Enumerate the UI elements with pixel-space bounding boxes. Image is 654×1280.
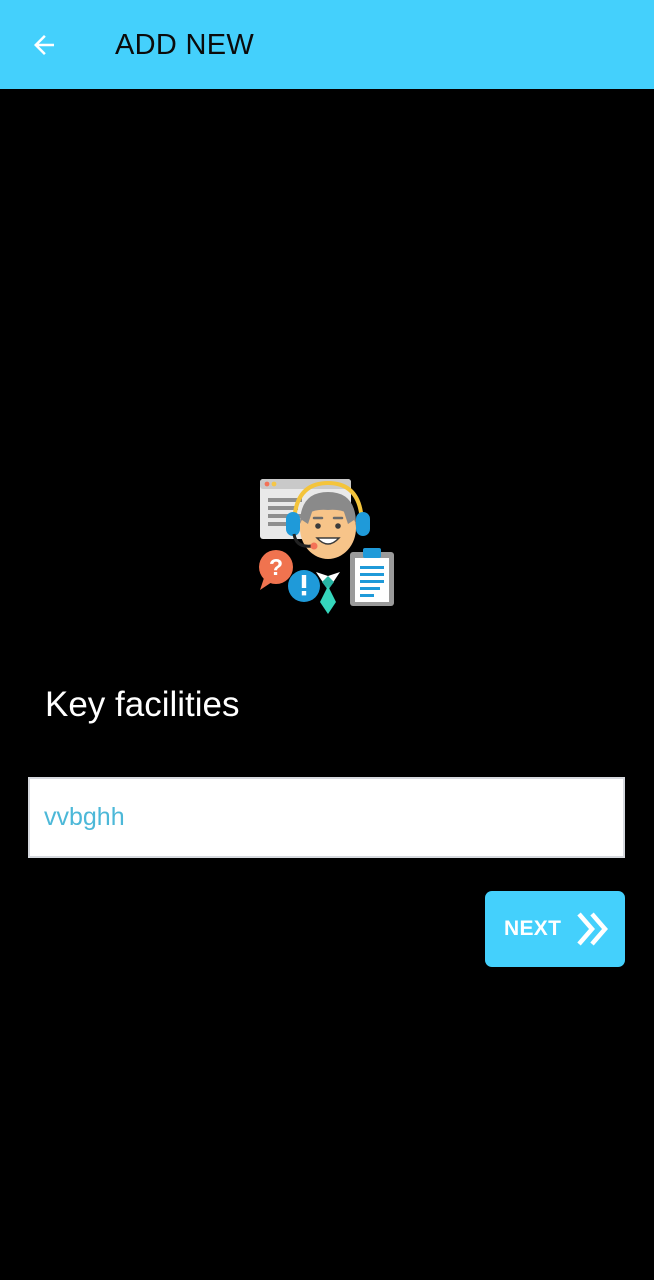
app-bar: ADD NEW: [0, 0, 654, 89]
next-button[interactable]: NEXT: [485, 891, 625, 967]
arrow-left-icon: [34, 35, 54, 55]
svg-text:?: ?: [269, 554, 283, 580]
key-facilities-label: Key facilities: [45, 685, 240, 724]
double-chevron-right-icon: [577, 912, 608, 946]
back-button[interactable]: [18, 20, 70, 70]
next-button-label: NEXT: [504, 917, 562, 940]
add-new-screen: ADD NEW ? Key facilities vvbghh NEXT: [0, 0, 654, 1280]
key-facilities-input[interactable]: [28, 777, 625, 858]
customer-support-agent-icon: ?: [259, 479, 394, 616]
page-title: ADD NEW: [115, 29, 255, 61]
